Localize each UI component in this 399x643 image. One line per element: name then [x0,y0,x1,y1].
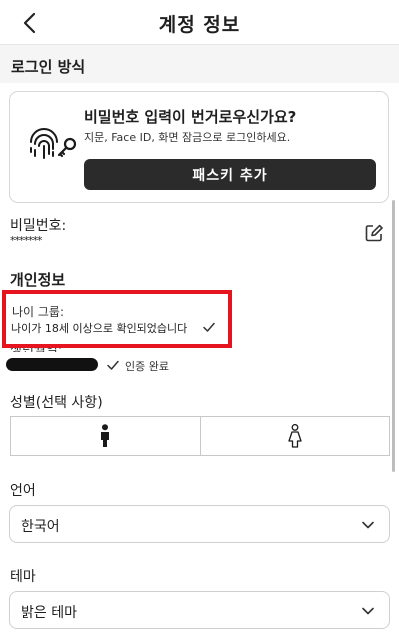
chevron-down-icon [362,521,374,529]
theme-value: 밝은 테마 [21,605,77,621]
app-header: 계정 정보 [0,0,399,44]
check-icon [107,360,119,370]
passkey-subtitle: 지문, Face ID, 화면 잠금으로 로그인하세요. [84,131,291,144]
fingerprint-key-icon [30,128,77,159]
scrollbar[interactable] [392,200,395,472]
theme-select[interactable]: 밝은 테마 [9,591,390,629]
chevron-down-icon [362,607,374,615]
passkey-title: 비밀번호 입력이 번거로우신가요? [84,108,297,126]
passkey-card: 비밀번호 입력이 번거로우신가요? 지문, Face ID, 화면 잠금으로 로… [9,91,389,203]
gender-selector [10,416,390,456]
gender-option-female[interactable] [199,417,390,455]
theme-label: 테마 [10,569,36,585]
age-group-label: 나이 그룹: [12,305,65,319]
language-label: 언어 [10,483,36,499]
edit-icon [365,224,383,242]
verified-status: 인증 완료 [125,360,169,373]
login-method-section: 로그인 방식 [0,44,399,83]
personal-info-heading: 개인정보 [10,271,66,289]
page-title: 계정 정보 [158,14,241,36]
gender-label: 성별(선택 사항) [10,395,103,411]
birthdate-redacted [6,358,98,371]
male-icon [101,424,110,447]
login-method-heading: 로그인 방식 [11,58,86,76]
password-label: 비밀번호: [10,218,67,234]
language-value: 한국어 [21,519,60,535]
female-icon [288,424,302,448]
gender-option-male[interactable] [11,417,200,455]
age-group-value: 나이가 18세 이상으로 확인되었습니다 [11,322,188,335]
language-select[interactable]: 한국어 [9,505,390,543]
edit-password-button[interactable] [364,223,384,243]
age-group-highlight: 나이 그룹: 나이가 18세 이상으로 확인되었습니다 [2,290,232,348]
check-icon [203,322,215,332]
password-value: ******* [10,234,42,247]
add-passkey-button[interactable]: 패스키 추가 [84,159,376,190]
